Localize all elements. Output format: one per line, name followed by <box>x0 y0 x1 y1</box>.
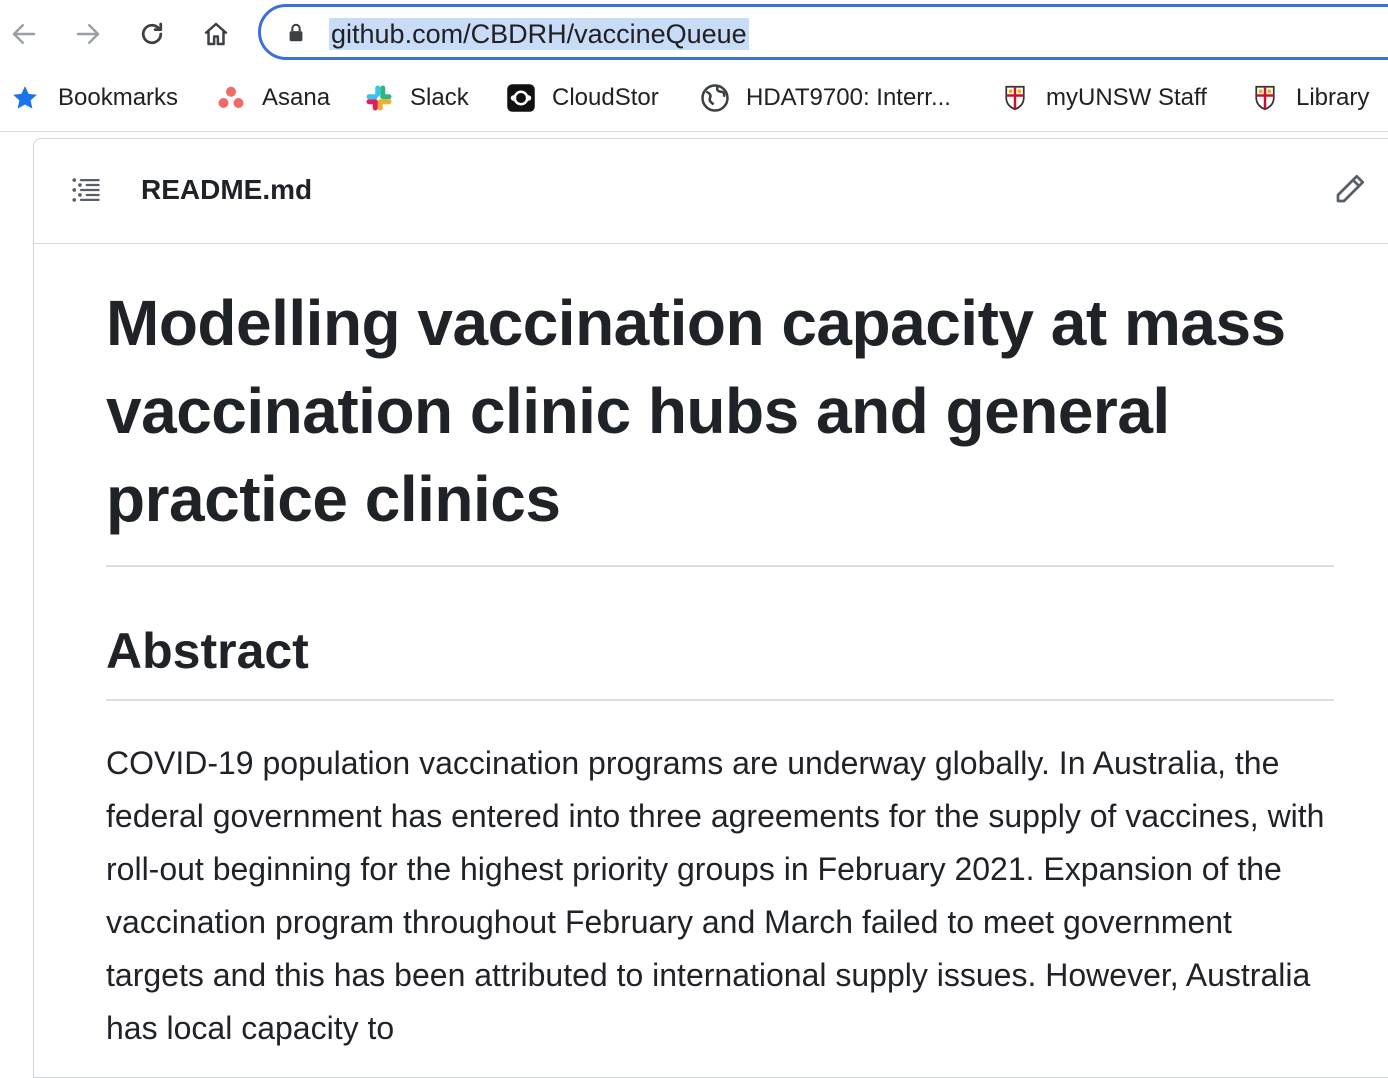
bookmark-label: Bookmarks <box>58 84 179 111</box>
markdown-body: Modelling vaccination capacity at mass v… <box>106 279 1334 1055</box>
bookmark-hdat9700[interactable]: HDAT9700: Interr... <box>700 82 951 114</box>
list-icon[interactable] <box>70 173 104 207</box>
home-icon <box>204 22 228 46</box>
bookmark-label: Asana <box>262 84 331 111</box>
back-button[interactable] <box>4 14 44 54</box>
bookmark-asana[interactable]: Asana <box>216 82 330 114</box>
bookmark-label: CloudStor <box>552 84 659 111</box>
home-button[interactable] <box>196 14 236 54</box>
lock-icon[interactable] <box>285 22 307 44</box>
bookmark-label: Library <box>1296 84 1370 111</box>
globe-icon <box>700 83 730 113</box>
reload-button[interactable] <box>132 14 172 54</box>
readme-card: README.md Modelling vaccination capacity… <box>33 138 1388 1078</box>
forward-button[interactable] <box>68 14 108 54</box>
star-icon <box>10 83 40 113</box>
browser-toolbar: github.com/CBDRH/vaccineQueue <box>0 0 1388 66</box>
bookmark-label: myUNSW Staff <box>1046 84 1207 111</box>
bookmarks-bar: Bookmarks Asana Slack CloudStor HDAT9700… <box>0 66 1388 132</box>
url-text[interactable]: github.com/CBDRH/vaccineQueue <box>329 18 749 50</box>
bookmark-bookmarks[interactable]: Bookmarks <box>10 82 178 114</box>
cloudstor-icon <box>506 83 536 113</box>
bookmark-slack[interactable]: Slack <box>364 82 469 114</box>
arrow-left-icon <box>12 24 36 44</box>
slack-icon <box>364 83 394 113</box>
bookmark-label: HDAT9700: Interr... <box>746 84 951 111</box>
arrow-right-icon <box>76 24 100 44</box>
address-bar[interactable]: github.com/CBDRH/vaccineQueue <box>258 4 1388 60</box>
bookmark-library[interactable]: Library <box>1250 82 1369 114</box>
abstract-paragraph: COVID-19 population vaccination programs… <box>106 745 1325 1046</box>
asana-icon <box>216 83 246 113</box>
bookmark-cloudstor[interactable]: CloudStor <box>506 82 659 114</box>
page-gutter <box>0 132 34 1056</box>
readme-filename[interactable]: README.md <box>141 173 312 207</box>
bookmark-label: Slack <box>410 84 469 111</box>
readme-header: README.md <box>34 139 1388 244</box>
bookmark-myunsw-staff[interactable]: myUNSW Staff <box>1000 82 1207 114</box>
section-heading-abstract: Abstract <box>106 621 1334 701</box>
page-title: Modelling vaccination capacity at mass v… <box>106 279 1334 567</box>
reload-icon <box>141 22 163 45</box>
unsw-crest-icon <box>1000 83 1030 113</box>
unsw-crest-icon <box>1250 83 1280 113</box>
pencil-icon[interactable] <box>1332 171 1368 207</box>
